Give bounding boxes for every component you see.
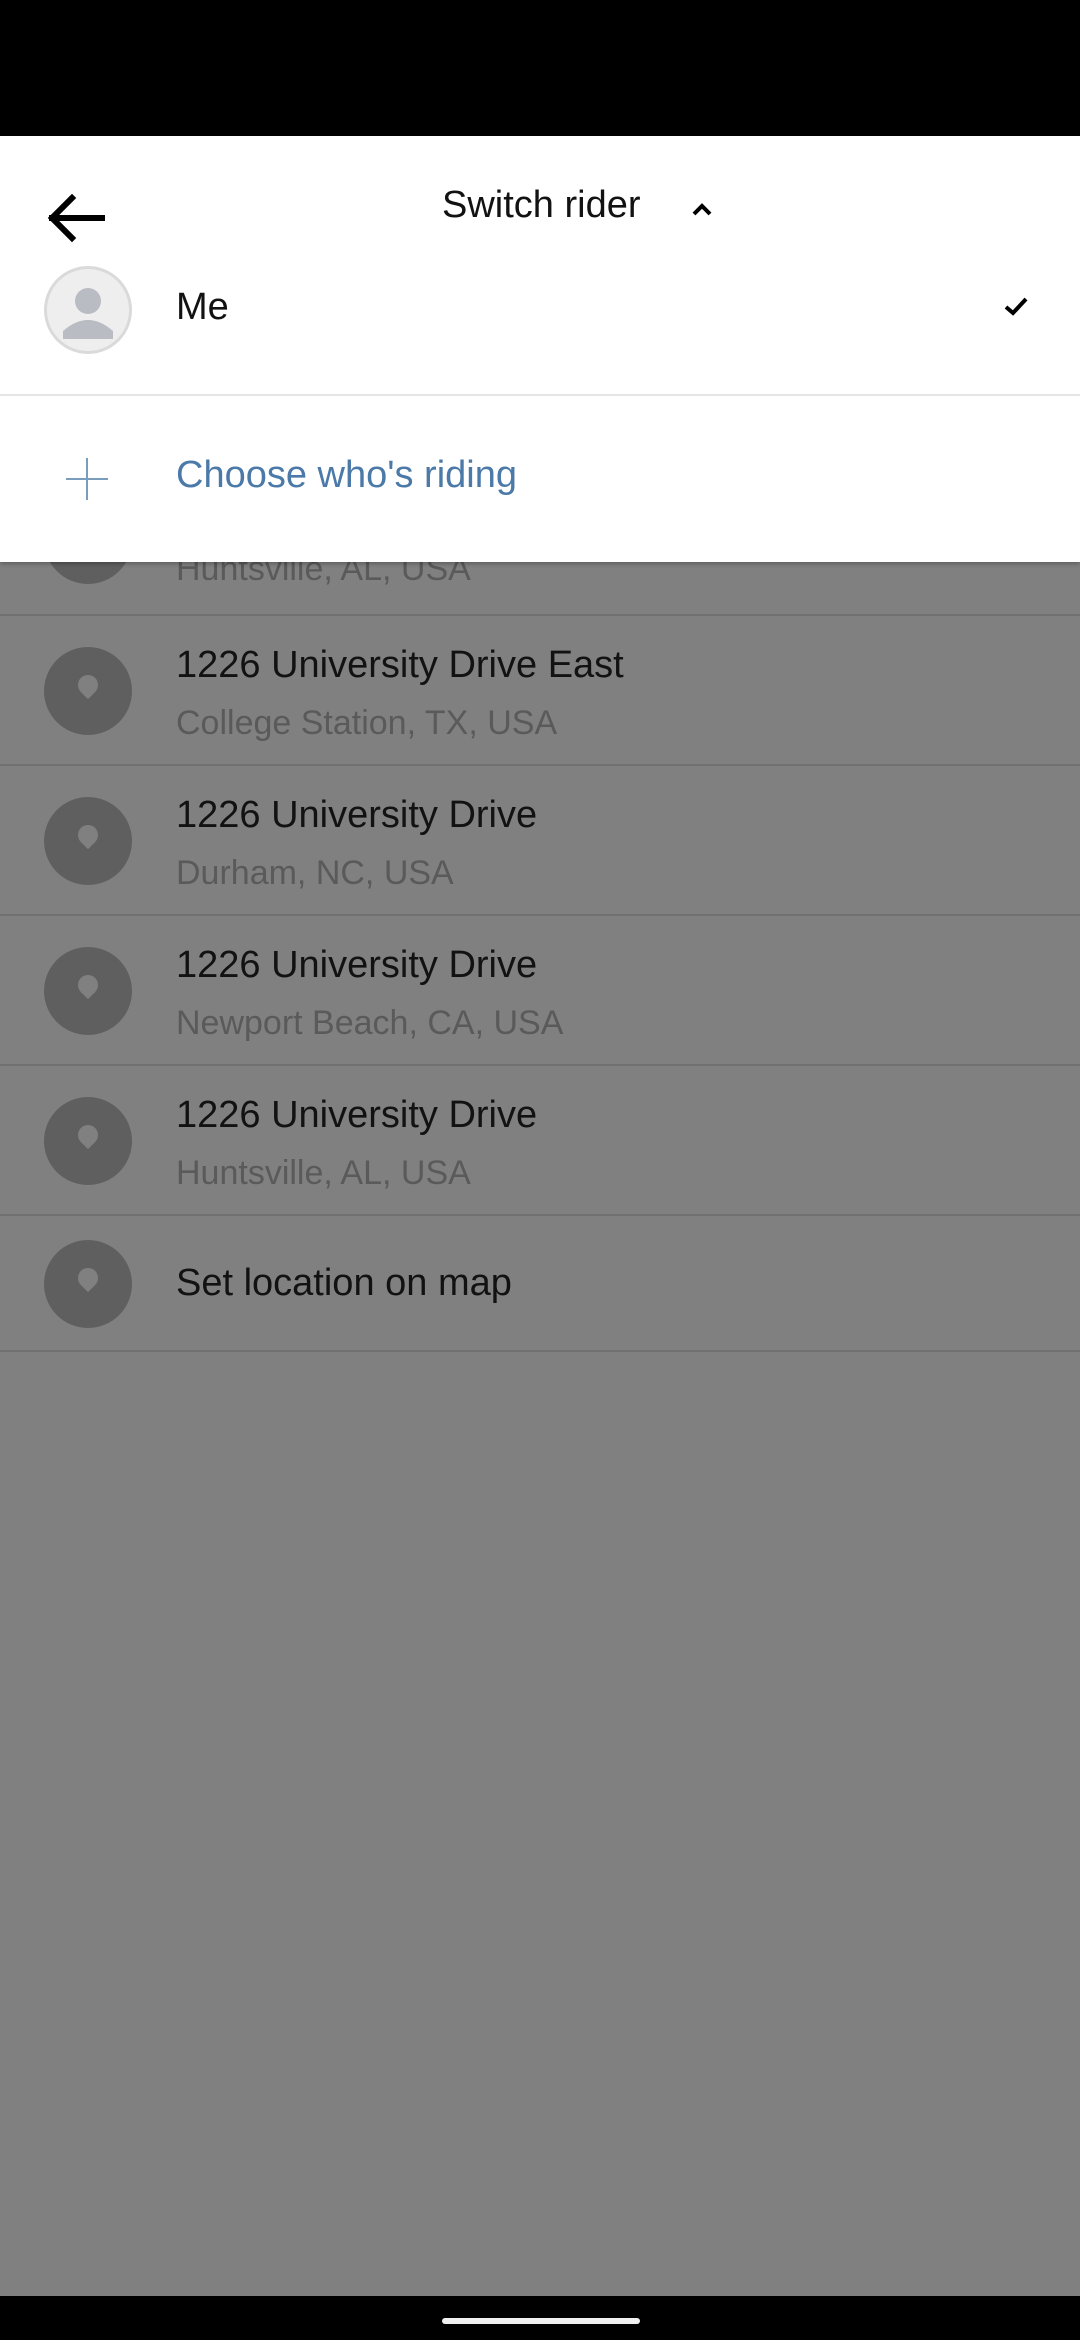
map-pin-icon bbox=[44, 1240, 132, 1328]
choose-whos-riding-button[interactable]: Choose who's riding bbox=[0, 398, 1080, 558]
checkmark-icon bbox=[1004, 297, 1028, 316]
list-item-title: 1226 University Drive East bbox=[176, 644, 624, 686]
list-item[interactable]: 1226 University Drive Huntsville, AL, US… bbox=[0, 1066, 1080, 1216]
list-item-title: 1226 University Drive bbox=[176, 944, 538, 986]
list-item-subtitle: Newport Beach, CA, USA bbox=[176, 1004, 564, 1042]
list-item-subtitle: Huntsville, AL, USA bbox=[176, 1154, 471, 1192]
rider-name: Me bbox=[176, 286, 229, 328]
location-pin-icon bbox=[44, 1097, 132, 1185]
list-item[interactable]: 1226 University Drive Newport Beach, CA,… bbox=[0, 916, 1080, 1066]
list-item-title: 1226 University Drive bbox=[176, 1094, 538, 1136]
set-location-on-map-label: Set location on map bbox=[176, 1262, 512, 1304]
switch-rider-title: Switch rider bbox=[442, 184, 641, 226]
home-indicator[interactable] bbox=[442, 2318, 640, 2324]
avatar bbox=[44, 266, 132, 354]
list-item-title: 1226 University Drive bbox=[176, 794, 538, 836]
list-item[interactable]: 1226 University Drive Durham, NC, USA bbox=[0, 766, 1080, 916]
screen: Huntsville, AL, USA 1226 University Driv… bbox=[0, 0, 1080, 2340]
list-item[interactable]: 1226 University Drive East College Stati… bbox=[0, 616, 1080, 766]
chevron-up-icon bbox=[692, 203, 712, 216]
plus-icon bbox=[66, 458, 108, 500]
set-location-on-map-row[interactable]: Set location on map bbox=[0, 1216, 1080, 1352]
results-list: Huntsville, AL, USA 1226 University Driv… bbox=[0, 540, 1080, 1352]
location-pin-icon bbox=[44, 647, 132, 735]
list-item-subtitle: Durham, NC, USA bbox=[176, 854, 454, 892]
switch-rider-toggle[interactable]: Switch rider bbox=[0, 164, 1080, 244]
choose-whos-riding-label: Choose who's riding bbox=[176, 454, 517, 496]
location-pin-icon bbox=[44, 947, 132, 1035]
switch-rider-sheet: Switch rider Me Choose who's riding bbox=[0, 136, 1080, 562]
list-item-subtitle: College Station, TX, USA bbox=[176, 704, 558, 742]
location-pin-icon bbox=[44, 797, 132, 885]
rider-option-me[interactable]: Me bbox=[0, 266, 1080, 396]
status-bar bbox=[0, 0, 1080, 136]
